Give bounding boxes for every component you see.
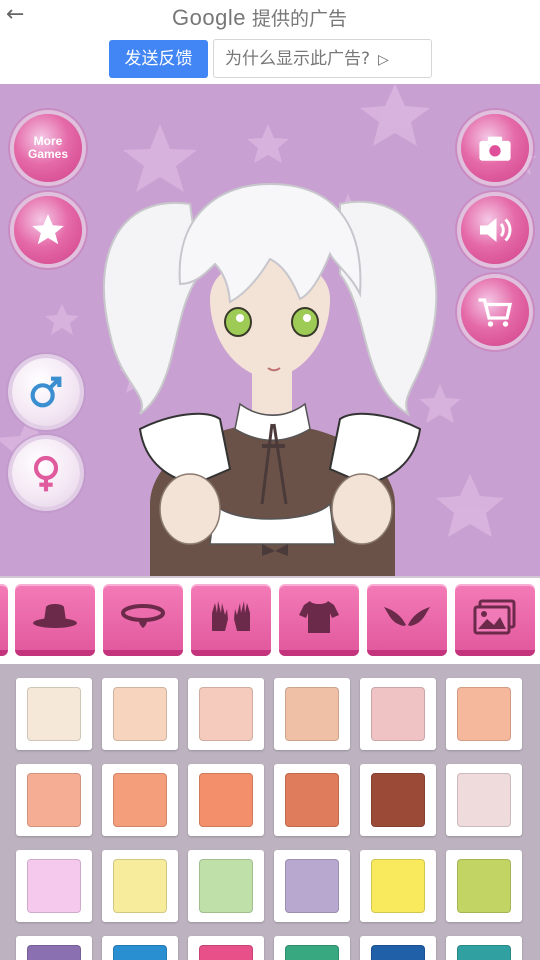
color-swatch-cell[interactable] (274, 764, 350, 836)
color-swatch-cell[interactable] (188, 850, 264, 922)
color-swatch-cell[interactable] (446, 936, 522, 960)
gloves-icon (212, 601, 250, 631)
picture-icon (473, 599, 516, 635)
color-swatch-cell[interactable] (446, 850, 522, 922)
color-swatch (371, 687, 425, 741)
star-background (0, 84, 540, 576)
shop-cart-button[interactable] (461, 278, 529, 346)
color-swatch-cell[interactable] (274, 936, 350, 960)
collar-icon (121, 604, 165, 628)
tab-wings[interactable] (367, 584, 447, 656)
color-swatch-cell[interactable] (188, 936, 264, 960)
color-swatch (199, 945, 253, 960)
color-swatch-cell[interactable] (102, 850, 178, 922)
color-swatch (457, 859, 511, 913)
color-swatch-cell[interactable] (16, 850, 92, 922)
male-symbol-icon (30, 376, 62, 408)
color-swatch (27, 945, 81, 960)
play-triangle-icon: ▷ (378, 52, 389, 68)
color-swatch-cell[interactable] (446, 678, 522, 750)
color-swatch (113, 773, 167, 827)
color-swatch (457, 773, 511, 827)
category-tabs (0, 576, 540, 664)
why-this-ad-label: 为什么显示此广告? (225, 49, 371, 69)
color-swatch-cell[interactable] (360, 678, 436, 750)
color-swatch (113, 945, 167, 960)
color-swatch (27, 773, 81, 827)
cart-icon (478, 298, 513, 327)
tab-backgrounds[interactable] (455, 584, 535, 656)
google-brand: Google (172, 5, 246, 30)
color-swatch-cell[interactable] (274, 850, 350, 922)
tab-tops[interactable] (279, 584, 359, 656)
color-swatch (457, 945, 511, 960)
female-gender-button[interactable] (12, 439, 80, 507)
color-swatch-cell[interactable] (188, 764, 264, 836)
color-swatch (285, 773, 339, 827)
tab-hats[interactable] (15, 584, 95, 656)
tab-previous-partial[interactable] (0, 584, 8, 656)
star-icon (32, 214, 64, 245)
color-swatch (285, 687, 339, 741)
color-swatch (199, 773, 253, 827)
color-swatch (371, 945, 425, 960)
male-gender-button[interactable] (12, 358, 80, 426)
color-swatch (371, 859, 425, 913)
more-games-button[interactable]: More Games (14, 114, 82, 182)
color-swatch-cell[interactable] (16, 936, 92, 960)
color-swatch-cell[interactable] (446, 764, 522, 836)
color-swatch-cell[interactable] (274, 678, 350, 750)
tab-gloves[interactable] (191, 584, 271, 656)
dressup-stage: More Games (0, 84, 540, 576)
color-swatch-cell[interactable] (360, 936, 436, 960)
color-swatch-cell[interactable] (360, 850, 436, 922)
color-swatch-cell[interactable] (360, 764, 436, 836)
color-swatch (371, 773, 425, 827)
back-arrow-icon[interactable]: ← (6, 4, 30, 28)
camera-button[interactable] (461, 114, 529, 182)
ad-banner: ← Google 提供的广告 发送反馈 为什么显示此广告? ▷ (0, 0, 540, 84)
color-swatch (457, 687, 511, 741)
color-swatch-cell[interactable] (102, 764, 178, 836)
color-swatch (285, 859, 339, 913)
rate-star-button[interactable] (14, 196, 82, 264)
wings-icon (384, 607, 430, 626)
more-games-label: More Games (27, 134, 69, 161)
color-swatch (113, 687, 167, 741)
hat-icon (33, 604, 77, 628)
camera-icon (479, 136, 511, 161)
ad-provider-label: Google 提供的广告 (172, 4, 347, 31)
color-swatch (199, 687, 253, 741)
color-swatch-cell[interactable] (16, 764, 92, 836)
color-palette (0, 664, 540, 960)
sound-button[interactable] (461, 196, 529, 264)
color-swatch (285, 945, 339, 960)
speaker-icon (480, 218, 512, 242)
color-swatch-cell[interactable] (102, 936, 178, 960)
female-symbol-icon (33, 455, 59, 492)
color-swatch-cell[interactable] (102, 678, 178, 750)
why-this-ad-button[interactable]: 为什么显示此广告? ▷ (213, 39, 432, 78)
send-feedback-button[interactable]: 发送反馈 (109, 40, 208, 78)
color-swatch (27, 859, 81, 913)
color-swatch-cell[interactable] (188, 678, 264, 750)
color-swatch-cell[interactable] (16, 678, 92, 750)
color-swatch (27, 687, 81, 741)
shirt-icon (299, 601, 339, 633)
character (102, 182, 438, 576)
tab-collars[interactable] (103, 584, 183, 656)
color-swatch (199, 859, 253, 913)
color-swatch (113, 859, 167, 913)
ad-provided-text: 提供的广告 (251, 9, 347, 30)
